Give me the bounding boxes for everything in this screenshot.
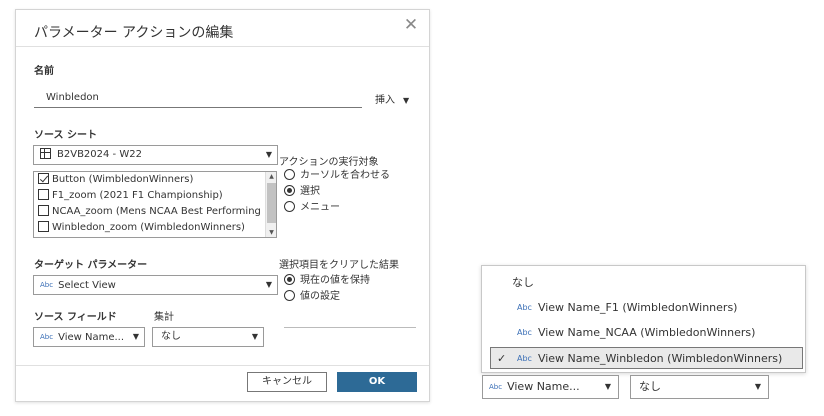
ok-button[interactable]: OK [337, 372, 417, 392]
source-field-select[interactable]: Abc View Name... ▼ [33, 327, 145, 347]
source-sheets-label: ソース シート [34, 130, 97, 141]
aggregate-value: なし [161, 331, 181, 342]
string-type-icon: Abc [517, 303, 532, 312]
footer-divider [16, 365, 429, 366]
sheet-item-label: Winbledon_zoom (WimbledonWinners) [52, 222, 245, 233]
radio-button-selected[interactable] [284, 185, 295, 196]
radio-label: 値の設定 [300, 291, 340, 302]
sheet-item-label: F1_zoom (2021 F1 Championship) [52, 190, 223, 201]
radio-label: カーソルを合わせる [300, 170, 390, 181]
title-divider [16, 46, 429, 47]
chevron-down-icon: ▼ [265, 280, 272, 289]
radio-select[interactable]: 選択 [284, 184, 390, 200]
dropdown-item-label: なし [512, 276, 534, 289]
clear-selection-options: 現在の値を保持 値の設定 [284, 273, 370, 305]
chevron-down-icon: ▼ [754, 382, 761, 391]
chevron-down-icon: ▼ [265, 150, 272, 159]
scroll-thumb[interactable] [267, 183, 276, 223]
dropdown-item-label: View Name_Winbledon (WimbledonWinners) [537, 352, 783, 365]
dropdown-item-f1[interactable]: Abc View Name_F1 (WimbledonWinners) [482, 297, 805, 319]
checkmark-icon: ✓ [497, 352, 507, 365]
radio-menu[interactable]: メニュー [284, 200, 390, 216]
radio-button[interactable] [284, 169, 295, 180]
target-parameter-label: ターゲット パラメーター [34, 260, 148, 271]
source-sheet-list: Button (WimbledonWinners) F1_zoom (2021 … [33, 171, 277, 238]
sheet-item-f1-zoom[interactable]: F1_zoom (2021 F1 Championship) [34, 188, 266, 204]
dashboard-icon [40, 148, 51, 159]
scroll-up-icon[interactable]: ▲ [266, 173, 276, 180]
source-sheet-value: B2VB2024 - W22 [57, 149, 142, 160]
aggregate-value: なし [639, 380, 661, 393]
aggregate-select-open[interactable]: なし ▼ [630, 375, 769, 399]
chevron-down-icon: ▼ [251, 332, 258, 341]
checkbox[interactable] [38, 205, 49, 216]
source-field-label: ソース フィールド [34, 312, 117, 323]
dropdown-item-winbledon[interactable]: ✓ Abc View Name_Winbledon (WimbledonWinner… [490, 347, 803, 369]
radio-keep-value[interactable]: 現在の値を保持 [284, 273, 370, 289]
sheet-item-label: Button (WimbledonWinners) [52, 174, 194, 185]
sheet-list-scrollbar[interactable]: ▲ ▼ [265, 172, 276, 237]
source-field-select-open[interactable]: Abc View Name... ▼ [482, 375, 619, 399]
dropdown-item-label: View Name_F1 (WimbledonWinners) [537, 301, 738, 314]
checkbox-checked[interactable] [38, 173, 49, 184]
radio-button-selected[interactable] [284, 274, 295, 285]
dropdown-item-label: View Name_NCAA (WimbledonWinners) [537, 326, 756, 339]
radio-label: 現在の値を保持 [300, 275, 370, 286]
sheet-item-label: NCAA_zoom (Mens NCAA Best Performing [52, 206, 261, 217]
radio-label: 選択 [300, 186, 320, 197]
dialog-title: パラメーター アクションの編集 [34, 25, 234, 41]
string-type-icon: Abc [40, 333, 54, 341]
cancel-button[interactable]: キャンセル [247, 372, 327, 392]
string-type-icon: Abc [40, 281, 54, 289]
radio-button[interactable] [284, 201, 295, 212]
dropdown-item-ncaa[interactable]: Abc View Name_NCAA (WimbledonWinners) [482, 322, 805, 344]
sheet-item-winbledon-zoom[interactable]: Winbledon_zoom (WimbledonWinners) [34, 220, 266, 236]
checkbox[interactable] [38, 221, 49, 232]
run-action-options: カーソルを合わせる 選択 メニュー [284, 168, 390, 216]
name-label: 名前 [34, 66, 54, 77]
close-icon[interactable]: ✕ [403, 17, 419, 34]
edit-parameter-action-dialog: パラメーター アクションの編集 ✕ 名前 Winbledon 挿入 ▼ ソース シ… [15, 9, 430, 402]
target-parameter-select[interactable]: Abc Select View ▼ [33, 275, 278, 295]
string-type-icon: Abc [489, 383, 503, 391]
radio-hover[interactable]: カーソルを合わせる [284, 168, 390, 184]
name-input[interactable]: Winbledon [34, 88, 362, 108]
insert-menu[interactable]: 挿入 ▼ [375, 91, 409, 106]
sheet-item-ncaa-zoom[interactable]: NCAA_zoom (Mens NCAA Best Performing [34, 204, 266, 220]
radio-button[interactable] [284, 290, 295, 301]
radio-set-value[interactable]: 値の設定 [284, 289, 370, 305]
aggregate-select[interactable]: なし ▼ [152, 327, 264, 347]
insert-label: 挿入 [375, 95, 395, 106]
chevron-down-icon: ▼ [604, 382, 611, 391]
dropdown-item-none[interactable]: なし [482, 272, 805, 294]
run-action-label: アクションの実行対象 [279, 157, 379, 168]
string-type-icon: Abc [517, 354, 532, 363]
divider [284, 327, 416, 328]
target-parameter-value: Select View [58, 280, 116, 291]
aggregate-label: 集計 [154, 312, 174, 323]
string-type-icon: Abc [517, 328, 532, 337]
scroll-down-icon[interactable]: ▼ [266, 229, 276, 236]
radio-label: メニュー [300, 202, 340, 213]
source-field-value: View Name... [58, 332, 125, 343]
chevron-down-icon: ▼ [132, 332, 139, 341]
chevron-down-icon: ▼ [403, 96, 410, 105]
clear-selection-label: 選択項目をクリアした結果 [279, 260, 399, 271]
checkbox[interactable] [38, 189, 49, 200]
source-field-dropdown-list: なし Abc View Name_F1 (WimbledonWinners) Ab… [481, 265, 806, 373]
source-sheet-select[interactable]: B2VB2024 - W22 ▼ [33, 145, 278, 165]
source-field-value: View Name... [507, 380, 580, 393]
sheet-item-button[interactable]: Button (WimbledonWinners) [34, 172, 266, 188]
